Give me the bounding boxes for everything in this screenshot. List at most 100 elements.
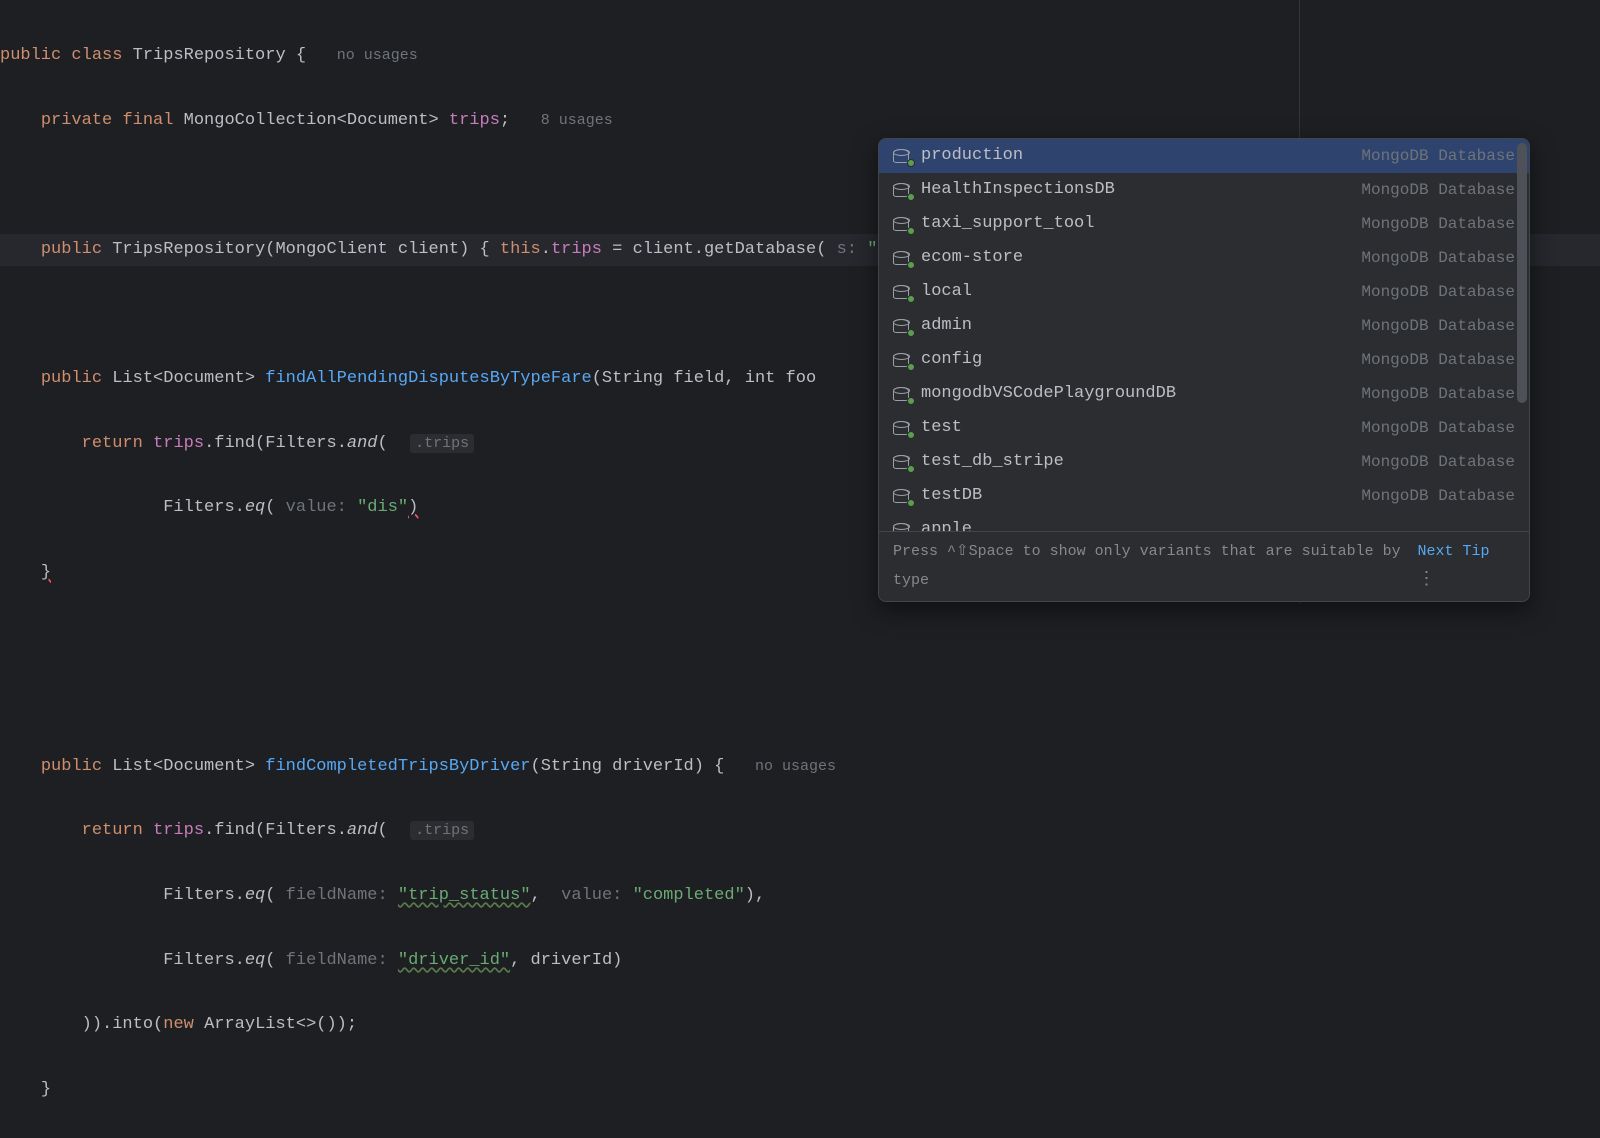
keyword: private bbox=[41, 111, 112, 130]
param-hint: value: bbox=[561, 886, 622, 905]
params: (MongoClient client) bbox=[265, 240, 469, 259]
database-icon bbox=[893, 319, 911, 333]
completion-item[interactable]: apple bbox=[879, 513, 1529, 531]
completion-type: MongoDB Database bbox=[1361, 209, 1515, 239]
var: client bbox=[633, 240, 694, 259]
database-icon bbox=[893, 455, 911, 469]
completion-item[interactable]: mongodbVSCodePlaygroundDB MongoDB Databas… bbox=[879, 377, 1529, 411]
completion-item[interactable]: adminMongoDB Database bbox=[879, 309, 1529, 343]
database-icon bbox=[893, 251, 911, 265]
scrollbar-thumb[interactable] bbox=[1517, 143, 1527, 403]
usages-hint[interactable]: no usages bbox=[755, 758, 836, 775]
completion-name: ecom-store bbox=[921, 242, 1023, 274]
completion-name: mongodbVSCodePlaygroundDB bbox=[921, 378, 1176, 410]
completion-item[interactable]: testDB MongoDB Database bbox=[879, 479, 1529, 513]
brace: } bbox=[41, 563, 51, 582]
method: getDatabase bbox=[704, 240, 816, 259]
eq: = bbox=[602, 240, 633, 259]
params: (String driverId) { bbox=[531, 757, 725, 776]
method: eq bbox=[245, 951, 265, 970]
type: List<Document> bbox=[112, 369, 255, 388]
param-hint: s: bbox=[837, 240, 857, 259]
dot: . bbox=[541, 240, 551, 259]
database-icon bbox=[893, 217, 911, 231]
param: driverId bbox=[531, 951, 613, 970]
field: trips bbox=[153, 434, 204, 453]
completion-type: MongoDB Database bbox=[1361, 175, 1515, 205]
completion-type: MongoDB Database bbox=[1361, 277, 1515, 307]
type: MongoCollection<Document> bbox=[184, 111, 439, 130]
completion-item[interactable]: config MongoDB Database bbox=[879, 343, 1529, 377]
keyword: class bbox=[71, 46, 122, 65]
completion-item[interactable]: test_db_stripeMongoDB Database bbox=[879, 445, 1529, 479]
inline-hint: .trips bbox=[410, 821, 474, 840]
method: and bbox=[347, 434, 378, 453]
type: ArrayList<> bbox=[204, 1015, 316, 1034]
footer-hint: Press ^⇧Space to show only variants that… bbox=[893, 538, 1417, 595]
completion-type: MongoDB Database bbox=[1361, 481, 1515, 511]
completion-type: MongoDB Database bbox=[1361, 141, 1515, 171]
keyword: final bbox=[122, 111, 173, 130]
inline-hint: .trips bbox=[410, 434, 474, 453]
brace: } bbox=[41, 1080, 51, 1099]
completion-item[interactable]: local MongoDB Database bbox=[879, 275, 1529, 309]
method: find bbox=[214, 434, 255, 453]
database-icon bbox=[893, 523, 911, 531]
completion-name: taxi_support_tool bbox=[921, 208, 1094, 240]
this: this bbox=[500, 240, 541, 259]
database-icon bbox=[893, 183, 911, 197]
class: Filters bbox=[265, 821, 336, 840]
open: ( bbox=[153, 1015, 163, 1034]
completion-item[interactable]: ecom-store MongoDB Database bbox=[879, 241, 1529, 275]
completion-type: MongoDB Database bbox=[1361, 379, 1515, 409]
class: Filters bbox=[163, 498, 234, 517]
brace: { bbox=[480, 240, 490, 259]
keyword: public bbox=[41, 757, 102, 776]
completion-name: config bbox=[921, 344, 982, 376]
keyword: public bbox=[41, 240, 102, 259]
string: "completed" bbox=[633, 886, 745, 905]
method: into bbox=[112, 1015, 153, 1034]
string: "dis" bbox=[357, 498, 408, 517]
database-icon bbox=[893, 149, 911, 163]
method: find bbox=[214, 821, 255, 840]
completion-type: MongoDB Database bbox=[1361, 345, 1515, 375]
field: trips bbox=[551, 240, 602, 259]
database-icon bbox=[893, 387, 911, 401]
completion-name: production bbox=[921, 140, 1023, 172]
completion-footer: Press ^⇧Space to show only variants that… bbox=[879, 531, 1529, 601]
keyword: new bbox=[163, 1015, 194, 1034]
kebab-menu-icon[interactable]: ⋮ bbox=[1417, 570, 1435, 590]
completion-item[interactable]: production MongoDB Database bbox=[879, 139, 1529, 173]
close: ()); bbox=[316, 1015, 357, 1034]
close: ) bbox=[612, 951, 622, 970]
completion-name: test_db_stripe bbox=[921, 446, 1064, 478]
param-hint: fieldName: bbox=[286, 951, 388, 970]
completion-type: MongoDB Database bbox=[1361, 413, 1515, 443]
database-icon bbox=[893, 353, 911, 367]
completion-name: test bbox=[921, 412, 962, 444]
completion-name: testDB bbox=[921, 480, 982, 512]
type: List<Document> bbox=[112, 757, 255, 776]
completion-name: local bbox=[921, 276, 972, 308]
params: (String field, int foo bbox=[592, 369, 816, 388]
usages-hint[interactable]: 8 usages bbox=[541, 112, 613, 129]
error: ) bbox=[408, 498, 418, 517]
method-decl: findAllPendingDisputesByTypeFare bbox=[265, 369, 591, 388]
completion-type: MongoDB Database bbox=[1361, 311, 1515, 341]
next-tip-link[interactable]: Next Tip bbox=[1417, 543, 1489, 560]
class-name: TripsRepository bbox=[133, 46, 286, 65]
database-icon bbox=[893, 421, 911, 435]
class: Filters bbox=[163, 886, 234, 905]
close: )). bbox=[82, 1015, 113, 1034]
completion-type: MongoDB Database bbox=[1361, 243, 1515, 273]
constructor: TripsRepository bbox=[112, 240, 265, 259]
method: eq bbox=[245, 498, 265, 517]
close: ), bbox=[745, 886, 765, 905]
completion-item[interactable]: test MongoDB Database bbox=[879, 411, 1529, 445]
completion-list[interactable]: productionMongoDB DatabaseHealthInspecti… bbox=[879, 139, 1529, 531]
field: trips bbox=[153, 821, 204, 840]
completion-item[interactable]: taxi_support_tool MongoDB Database bbox=[879, 207, 1529, 241]
completion-item[interactable]: HealthInspectionsDBMongoDB Database bbox=[879, 173, 1529, 207]
usages-hint[interactable]: no usages bbox=[337, 47, 418, 64]
